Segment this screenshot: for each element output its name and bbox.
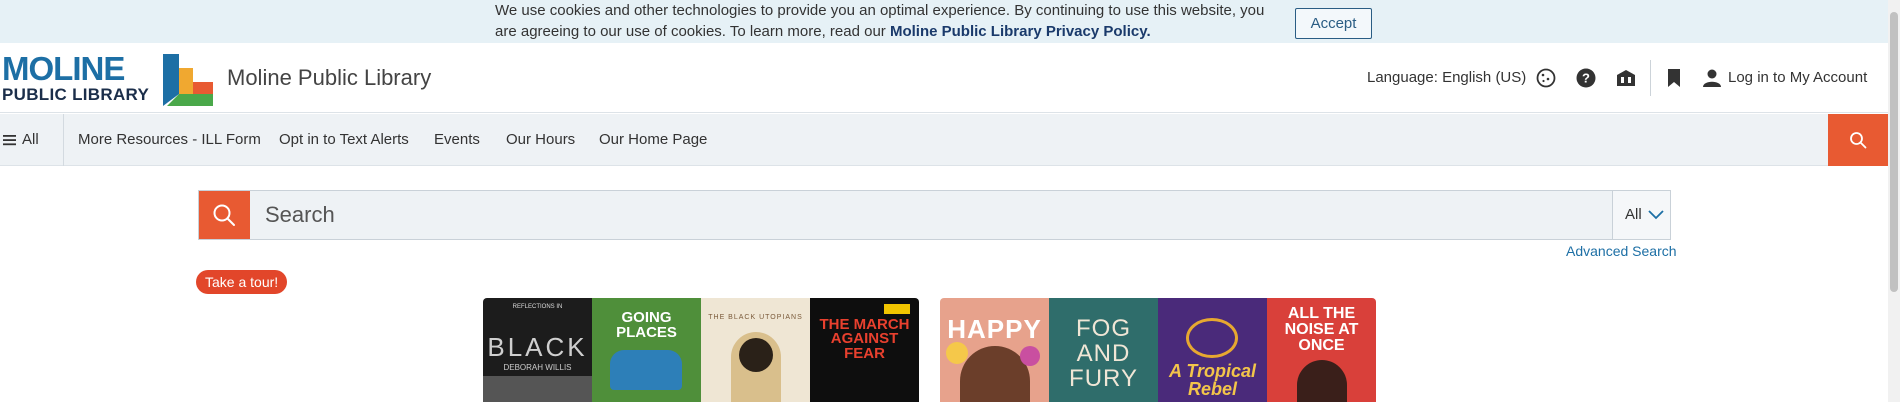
- search-input[interactable]: [250, 191, 1612, 239]
- book-cover-title: THE MARCH AGAINST FEAR: [819, 316, 910, 362]
- privacy-policy-link[interactable]: Moline Public Library Privacy Policy.: [890, 23, 1151, 40]
- help-icon[interactable]: ?: [1575, 67, 1597, 89]
- login-link[interactable]: Log in to My Account: [1728, 69, 1867, 86]
- book-cover-ornament: [1186, 318, 1238, 358]
- scrollbar-thumb[interactable]: [1890, 12, 1898, 292]
- book-cover[interactable]: GOING PLACES: [592, 298, 701, 402]
- book-carousel-2: HAPPY FOG AND FURY A Tropical Rebel ALL …: [940, 298, 1376, 402]
- library-logo[interactable]: MOLINE PUBLIC LIBRARY: [2, 50, 213, 106]
- accept-cookies-button[interactable]: Accept: [1295, 8, 1372, 39]
- book-cover[interactable]: FOG AND FURY: [1049, 298, 1158, 402]
- cookie-icon[interactable]: [1535, 67, 1557, 89]
- main-nav: All More Resources - ILL Form Opt in to …: [0, 114, 1888, 166]
- logo-wordmark-top: MOLINE: [2, 50, 125, 87]
- take-a-tour-button[interactable]: Take a tour!: [196, 270, 288, 294]
- book-cover-title: ALL THE NOISE AT ONCE: [1284, 305, 1359, 354]
- book-cover-title: BLACK: [487, 332, 588, 362]
- nav-item-home-page[interactable]: Our Home Page: [599, 131, 707, 148]
- book-carousel-1: REFLECTIONS IN BLACK DEBORAH WILLIS GOIN…: [483, 298, 919, 402]
- book-cover-title: A Tropical Rebel: [1168, 361, 1257, 399]
- book-cover[interactable]: THE MARCH AGAINST FEAR: [810, 298, 919, 402]
- cookie-message: We use cookies and other technologies to…: [495, 0, 1285, 42]
- chevron-down-icon: [1648, 210, 1664, 220]
- header-divider: [1650, 60, 1651, 96]
- nav-item-hours[interactable]: Our Hours: [506, 131, 575, 148]
- book-cover[interactable]: ALL THE NOISE AT ONCE: [1267, 298, 1376, 402]
- book-cover-flower: [1020, 346, 1040, 366]
- search-submit-button[interactable]: [199, 191, 250, 239]
- search-scope-label: All: [1625, 206, 1642, 223]
- book-cover-flower: [946, 342, 968, 364]
- book-cover-car-art: [610, 350, 682, 390]
- search-icon: [213, 204, 235, 226]
- logo-mark-icon: [163, 54, 213, 106]
- search-bar: All: [198, 190, 1671, 240]
- user-icon[interactable]: [1701, 67, 1723, 89]
- book-cover-title: THE BLACK UTOPIANS: [708, 314, 803, 321]
- book-cover-top-text: REFLECTIONS IN: [512, 304, 563, 310]
- book-cover[interactable]: A Tropical Rebel: [1158, 298, 1267, 402]
- nav-all-menu[interactable]: All: [0, 114, 64, 166]
- nav-all-label: All: [22, 131, 39, 148]
- search-icon: [1850, 132, 1867, 149]
- nav-item-events[interactable]: Events: [434, 131, 480, 148]
- nav-search-button[interactable]: [1828, 114, 1888, 166]
- book-cover[interactable]: REFLECTIONS IN BLACK DEBORAH WILLIS: [483, 298, 592, 402]
- logo-wordmark-bottom: PUBLIC LIBRARY: [2, 85, 150, 104]
- site-header: MOLINE PUBLIC LIBRARY Moline Public Libr…: [0, 43, 1888, 113]
- book-cover-author: DEBORAH WILLIS: [503, 363, 572, 372]
- book-cover-figure: [1297, 360, 1347, 402]
- book-cover-title: GOING PLACES: [616, 309, 677, 341]
- nav-item-text-alerts[interactable]: Opt in to Text Alerts: [279, 131, 409, 148]
- book-cover-photo: [483, 376, 592, 402]
- book-cover-title: HAPPY: [947, 314, 1042, 344]
- bookmark-icon[interactable]: [1663, 67, 1685, 89]
- book-cover[interactable]: THE BLACK UTOPIANS: [701, 298, 810, 402]
- advanced-search-link[interactable]: Advanced Search: [1566, 243, 1677, 259]
- library-icon[interactable]: [1615, 67, 1637, 89]
- hamburger-icon: [3, 135, 16, 146]
- book-cover-title: FOG AND FURY: [1069, 315, 1138, 393]
- book-cover-publisher-badge: [884, 304, 910, 314]
- nav-item-ill-form[interactable]: More Resources - ILL Form: [78, 131, 261, 148]
- book-cover[interactable]: HAPPY: [940, 298, 1049, 402]
- svg-text:?: ?: [1582, 71, 1590, 86]
- search-scope-dropdown[interactable]: All: [1612, 191, 1670, 239]
- language-selector[interactable]: Language: English (US): [1367, 69, 1526, 86]
- cookie-banner: We use cookies and other technologies to…: [0, 0, 1888, 43]
- page-scrollbar[interactable]: [1888, 0, 1900, 402]
- book-cover-portrait-hair: [739, 338, 773, 372]
- site-title[interactable]: Moline Public Library: [227, 65, 431, 91]
